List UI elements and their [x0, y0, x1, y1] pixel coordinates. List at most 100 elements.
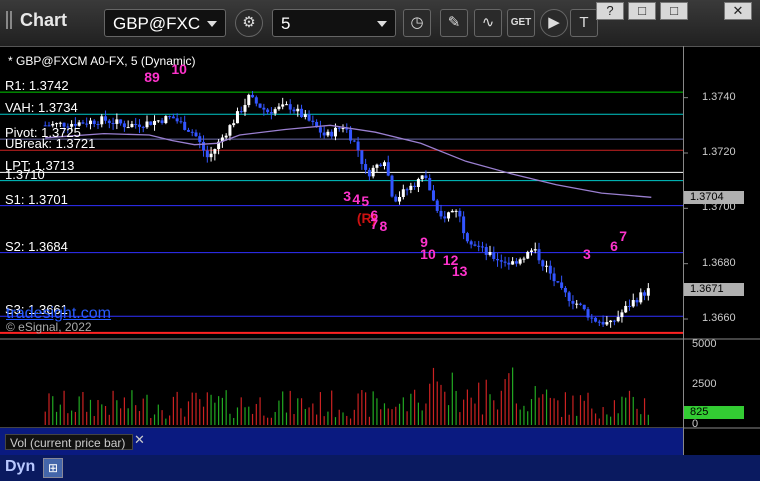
pivot-label: VAH: 1.3734 [5, 100, 78, 116]
price-bar-body [541, 260, 545, 267]
price-bar-body [511, 261, 515, 265]
price-bar-body [447, 212, 451, 219]
price-bar-body [190, 131, 194, 133]
price-bar-body [58, 122, 62, 124]
chevron-down-icon[interactable] [207, 21, 217, 27]
price-bar-body [183, 121, 187, 130]
price-bar-body [330, 131, 334, 137]
status-bar [0, 455, 760, 481]
price-bar-body [367, 169, 371, 177]
interval-value: 5 [281, 14, 291, 33]
price-bar-body [375, 164, 379, 168]
copyright: © eSignal, 2022 [6, 320, 92, 334]
price-bar-body [646, 288, 650, 296]
grip-icon[interactable] [6, 11, 14, 29]
restore-icon[interactable]: □ [628, 2, 656, 20]
price-bar-body [458, 210, 462, 217]
price-bar-body [382, 162, 386, 167]
price-bar-body [624, 305, 628, 313]
price-bar-body [556, 281, 560, 283]
pencil-draw-icon[interactable]: ✎ [440, 9, 468, 37]
price-bar-body [322, 132, 326, 136]
count-label: 5 [361, 193, 370, 210]
moving-average [45, 124, 652, 198]
count-label: 8 [379, 218, 388, 235]
price-bar-body [473, 244, 477, 246]
price-bar-body [352, 140, 356, 142]
price-bar-body [179, 121, 183, 123]
count-label: 10 [420, 245, 436, 262]
price-bar-body [578, 303, 582, 305]
price-bar-body [149, 121, 153, 125]
pivot-label: S1: 1.3701 [5, 191, 68, 207]
close-icon[interactable]: ✕ [724, 2, 752, 20]
price-bar-body [145, 121, 149, 128]
price-bar-body [416, 179, 420, 188]
study-wave-icon[interactable]: ∿ [474, 9, 502, 37]
play-icon[interactable]: ▶ [540, 9, 568, 37]
price-bar-body [296, 108, 300, 112]
price-bar-body [202, 141, 206, 151]
price-bar-body [134, 123, 138, 125]
price-bar-body [480, 246, 484, 248]
get-data-icon[interactable]: GET [507, 9, 535, 37]
price-bar-body [96, 124, 100, 126]
price-bar-body [386, 162, 390, 176]
price-bar-body [251, 94, 255, 98]
chart-title: Chart [6, 10, 67, 31]
help-icon[interactable]: ? [596, 2, 624, 20]
interval-input[interactable]: 5 [272, 9, 396, 37]
price-bar-body [627, 305, 631, 307]
price-bar-body [364, 164, 368, 170]
price-bar-body [590, 317, 594, 319]
chevron-down-icon[interactable] [377, 21, 387, 27]
price-bar-body [496, 259, 500, 261]
price-bar-body [266, 109, 270, 113]
volume-axis-tick-label: 0 [692, 418, 699, 430]
price-bar-body [277, 106, 281, 110]
price-bar-body [126, 127, 130, 129]
price-bar-body [171, 116, 175, 119]
price-bar-body [205, 150, 209, 158]
price-bar-body [454, 210, 458, 212]
count-label: 89 [144, 68, 160, 85]
chart-title-text: Chart [20, 10, 68, 30]
moving-average-line [45, 124, 652, 198]
price-bar-body [484, 247, 488, 255]
price-bar-body [394, 196, 398, 202]
price-bar-body [198, 136, 202, 142]
price-bar-body [643, 292, 647, 296]
price-bar-body [303, 114, 307, 118]
settings-gear-icon[interactable]: ⚙ [235, 9, 263, 37]
price-bar-body [379, 164, 383, 167]
price-bar-body [262, 107, 266, 110]
price-bar-body [492, 252, 496, 260]
dynamic-icon[interactable]: ⊞ [43, 458, 63, 478]
price-bar-body [292, 109, 296, 112]
price-bar-body [571, 301, 575, 304]
ma-price-tag: 1.3704 [684, 191, 744, 205]
maximize-icon[interactable]: □ [660, 2, 688, 20]
price-chart[interactable] [0, 46, 760, 455]
price-bar-body [213, 149, 217, 154]
pivot-label: S2: 1.3684 [5, 238, 68, 254]
price-bar-body [115, 119, 119, 124]
clock-icon[interactable]: ◷ [403, 9, 431, 37]
close-icon[interactable]: ✕ [134, 432, 145, 448]
price-bar-body [639, 292, 643, 303]
price-bar-body [232, 123, 236, 126]
price-bar-body [401, 189, 405, 197]
price-bar-body [111, 123, 115, 125]
text-tool-icon[interactable]: T [570, 9, 598, 37]
price-bar-body [300, 108, 304, 118]
price-bar-body [164, 116, 168, 124]
price-bar-body [258, 103, 262, 108]
price-bar-body [616, 317, 620, 322]
price-bar-body [560, 282, 564, 288]
symbol-input[interactable]: GBP@FXC [104, 9, 226, 37]
price-bar-body [333, 127, 337, 137]
price-bar-body [552, 273, 556, 282]
chart-frame [0, 46, 760, 455]
volume-axis-tick-label: 2500 [692, 378, 717, 391]
price-bar-body [186, 129, 190, 132]
